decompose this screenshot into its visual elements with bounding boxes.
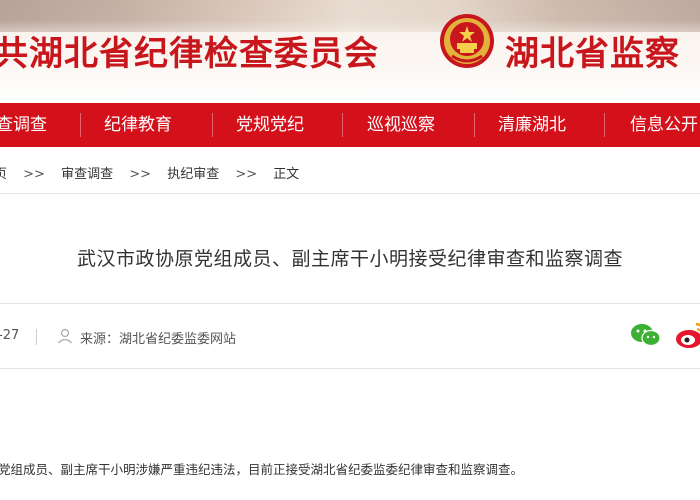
breadcrumb-home[interactable]: 页: [0, 167, 7, 182]
article-title: 武汉市政协原党组成员、副主席干小明接受纪律审查和监察调查: [76, 248, 623, 270]
nav-item-education[interactable]: 纪律教育: [104, 103, 172, 147]
breadcrumb-current: 正文: [273, 167, 300, 182]
nav-divider: [604, 113, 605, 137]
breadcrumb-separator: >>: [129, 167, 152, 182]
meta-divider: [36, 329, 37, 345]
weibo-icon[interactable]: [674, 320, 700, 350]
source-user-icon: [58, 328, 72, 344]
nav-item-info-disclosure[interactable]: 信息公开: [630, 103, 698, 147]
nav-divider: [80, 113, 81, 137]
article-source: 来源：湖北省纪委监委网站: [80, 332, 237, 347]
header-banner: 共湖北省纪律检查委员会 湖北省监察: [0, 0, 700, 100]
breadcrumb-separator: >>: [235, 167, 258, 182]
breadcrumb-separator: >>: [23, 167, 45, 182]
meta-top-divider: [0, 303, 700, 304]
nav-item-inspection[interactable]: 巡视巡察: [367, 103, 435, 147]
breadcrumb-review[interactable]: 审查调查: [61, 167, 113, 182]
breadcrumb-discipline[interactable]: 执纪审查: [167, 167, 219, 182]
nav-item-review[interactable]: 查调查: [0, 103, 47, 147]
main-nav: 查调查 纪律教育 党规党纪 巡视巡察 清廉湖北 信息公开: [0, 103, 700, 147]
article-body: 党组成员、副主席干小明涉嫌严重违纪违法，目前正接受湖北省纪委监委纪律审查和监察调…: [0, 462, 524, 477]
site-title-secondary: 湖北省监察: [505, 34, 680, 74]
site-title: 共湖北省纪律检查委员会: [0, 34, 379, 74]
wechat-icon[interactable]: [630, 322, 662, 348]
nav-divider: [342, 113, 343, 137]
meta-bottom-divider: [0, 368, 700, 369]
breadcrumb: 页 >> 审查调查 >> 执纪审查 >> 正文: [0, 163, 311, 183]
nav-item-clean-hubei[interactable]: 清廉湖北: [498, 103, 566, 147]
nav-item-regulations[interactable]: 党规党纪: [236, 103, 304, 147]
nav-divider: [212, 113, 213, 137]
publish-date: -27: [0, 328, 20, 343]
national-emblem-icon: [440, 14, 494, 68]
nav-divider: [474, 113, 475, 137]
breadcrumb-divider: [0, 193, 700, 194]
